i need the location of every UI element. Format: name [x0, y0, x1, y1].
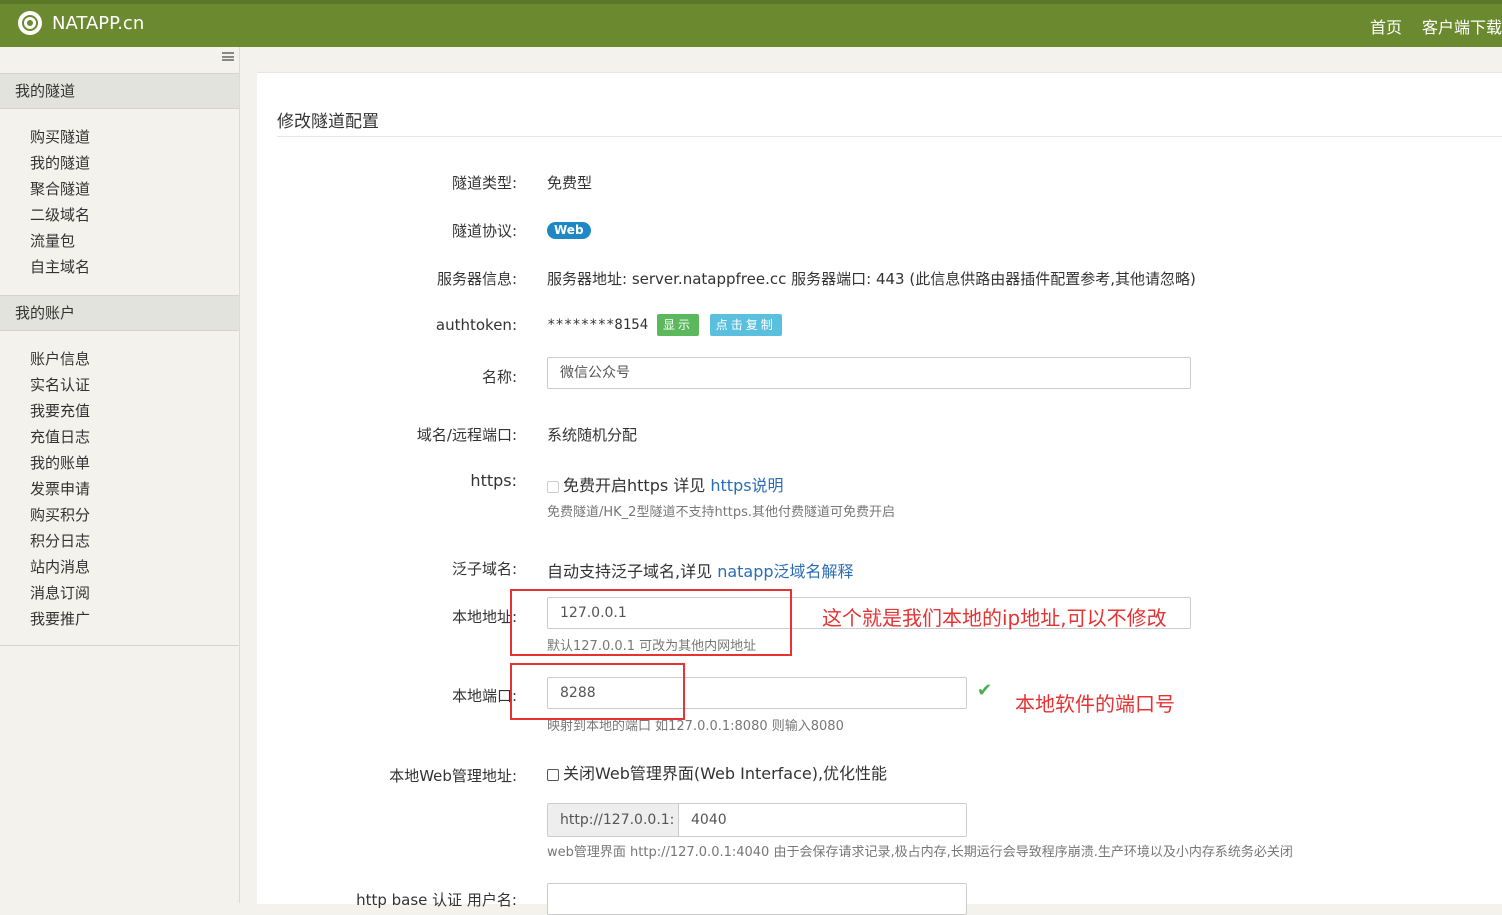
local-address-label: 本地地址:: [451, 608, 517, 626]
sidebar-item-messages[interactable]: 站内消息: [30, 554, 90, 580]
local-port-label: 本地端口:: [451, 687, 517, 705]
https-label: https:: [470, 471, 517, 490]
sidebar-tunnel-menu: 购买隧道 我的隧道 聚合隧道 二级域名 流量包 自主域名: [30, 124, 90, 280]
sidebar-item-subdomain[interactable]: 二级域名: [30, 202, 90, 228]
web-admin-port-input[interactable]: 4040: [678, 803, 967, 837]
web-protocol-badge: Web: [547, 222, 591, 239]
sidebar-item-bills[interactable]: 我的账单: [30, 450, 90, 476]
nav-download-link[interactable]: 客户端下载: [1422, 14, 1502, 38]
wildcard-label: 泛子域名:: [451, 560, 517, 578]
sidebar-account-menu: 账户信息 实名认证 我要充值 充值日志 我的账单 发票申请 购买积分 积分日志 …: [30, 346, 90, 632]
web-admin-checkbox[interactable]: [547, 768, 559, 781]
web-admin-label: 本地Web管理地址:: [389, 767, 517, 785]
https-help-link[interactable]: https说明: [710, 476, 783, 495]
sidebar-section-tunnels[interactable]: 我的隧道: [0, 73, 239, 109]
wildcard-text: 自动支持泛子域名,详见: [547, 562, 713, 581]
name-input[interactable]: 微信公众号: [547, 357, 1191, 389]
sidebar-item-account-info[interactable]: 账户信息: [30, 346, 90, 372]
wildcard-help-link[interactable]: natapp泛域名解释: [717, 562, 853, 581]
top-navbar: NATAPP.cn 首页 客户端下载: [0, 0, 1502, 47]
copy-token-button[interactable]: 点击复制: [709, 314, 782, 336]
protocol-value: Web: [547, 220, 591, 239]
web-admin-help: web管理界面 http://127.0.0.1:4040 由于会保存请求记录,…: [547, 845, 1293, 860]
port-annotation: 本地软件的端口号: [1015, 692, 1175, 716]
top-nav: 首页 客户端下载: [1350, 14, 1502, 38]
web-admin-prefix: http://127.0.0.1:: [547, 803, 679, 837]
web-admin-checkbox-text: 关闭Web管理界面(Web Interface),优化性能: [563, 764, 888, 783]
authtoken-label: authtoken:: [435, 316, 517, 334]
authtoken-value: ********8154: [547, 317, 649, 333]
brand-logo[interactable]: NATAPP.cn: [18, 11, 144, 35]
ip-highlight-box: [510, 589, 792, 656]
protocol-label: 隧道协议:: [451, 222, 517, 240]
sidebar-collapse-icon[interactable]: [222, 52, 234, 61]
tunnel-type-value: 免费型: [547, 174, 593, 192]
https-help-text: 免费隧道/HK_2型隧道不支持https.其他付费隧道可免费开启: [547, 505, 896, 520]
https-checkbox-text: 免费开启https 详见: [563, 476, 706, 495]
authtoken-row: ********8154 显示 点击复制: [547, 314, 782, 336]
sidebar-item-recharge[interactable]: 我要充值: [30, 398, 90, 424]
domain-label: 域名/远程端口:: [416, 426, 517, 444]
wildcard-row: 自动支持泛子域名,详见 natapp泛域名解释: [547, 558, 854, 582]
sidebar-item-buy-points[interactable]: 购买积分: [30, 502, 90, 528]
basic-auth-username-input[interactable]: [547, 883, 967, 915]
natapp-logo-icon: [18, 11, 42, 35]
port-highlight-box: [510, 663, 685, 720]
sidebar-item-real-name[interactable]: 实名认证: [30, 372, 90, 398]
ip-annotation: 这个就是我们本地的ip地址,可以不修改: [822, 606, 1167, 630]
main-content: 修改隧道配置 隧道类型: 免费型 隧道协议: Web 服务器信息: 服务器地址:…: [257, 72, 1502, 915]
https-row: 免费开启https 详见 https说明: [547, 472, 784, 496]
nav-home-link[interactable]: 首页: [1370, 14, 1402, 38]
sidebar-item-subscriptions[interactable]: 消息订阅: [30, 580, 90, 606]
basic-auth-label: http base 认证 用户名:: [356, 891, 517, 909]
sidebar-item-buy-tunnel[interactable]: 购买隧道: [30, 124, 90, 150]
domain-value: 系统随机分配: [547, 426, 638, 444]
title-divider: [277, 136, 1502, 137]
page-title: 修改隧道配置: [277, 112, 379, 132]
name-label: 名称:: [481, 368, 517, 386]
sidebar-section-account[interactable]: 我的账户: [0, 295, 239, 331]
web-admin-row: 关闭Web管理界面(Web Interface),优化性能: [547, 760, 887, 784]
show-token-button[interactable]: 显示: [656, 314, 699, 336]
sidebar-item-aggregate-tunnel[interactable]: 聚合隧道: [30, 176, 90, 202]
sidebar-divider: [0, 645, 239, 646]
tunnel-type-label: 隧道类型:: [451, 174, 517, 192]
sidebar-item-promote[interactable]: 我要推广: [30, 606, 90, 632]
server-info-value: 服务器地址: server.natappfree.cc 服务器端口: 443 (…: [547, 270, 1196, 288]
https-checkbox[interactable]: [547, 480, 559, 493]
sidebar-item-traffic-pack[interactable]: 流量包: [30, 228, 90, 254]
check-icon: ✔: [977, 680, 993, 701]
server-info-label: 服务器信息:: [436, 270, 517, 288]
sidebar-item-recharge-log[interactable]: 充值日志: [30, 424, 90, 450]
sidebar-item-custom-domain[interactable]: 自主域名: [30, 254, 90, 280]
sidebar-item-invoice[interactable]: 发票申请: [30, 476, 90, 502]
sidebar-item-my-tunnels[interactable]: 我的隧道: [30, 150, 90, 176]
sidebar-item-points-log[interactable]: 积分日志: [30, 528, 90, 554]
sidebar: 我的隧道 购买隧道 我的隧道 聚合隧道 二级域名 流量包 自主域名 我的账户 账…: [0, 47, 240, 903]
brand-name: NATAPP.cn: [52, 12, 145, 34]
